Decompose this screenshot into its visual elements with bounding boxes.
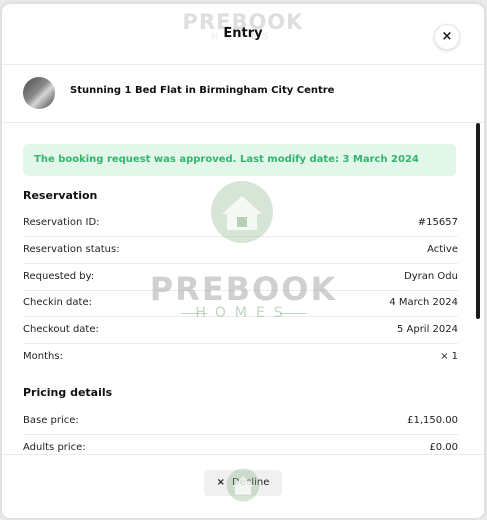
multiply-icon: × [440, 351, 449, 362]
modal-footer: × Decline [2, 454, 484, 518]
row-value: Dyran Odu [404, 271, 458, 282]
property-title: Stunning 1 Bed Flat in Birmingham City C… [70, 85, 335, 96]
reservation-heading: Reservation [23, 189, 98, 202]
watermark-rule-right [280, 313, 306, 314]
property-summary: Stunning 1 Bed Flat in Birmingham City C… [2, 64, 484, 123]
checkin-date-row: Checkin date: 4 March 2024 [23, 290, 458, 317]
reservation-status-row: Reservation status: Active [23, 237, 458, 264]
pricing-heading: Pricing details [23, 386, 113, 399]
decline-button[interactable]: × Decline [204, 470, 282, 496]
approval-alert: The booking request was approved. Last m… [23, 144, 456, 176]
row-value: £1,150.00 [407, 415, 458, 426]
property-thumbnail [23, 77, 55, 109]
close-icon: × [441, 29, 453, 44]
row-value: 5 April 2024 [396, 324, 458, 335]
row-value: #15657 [417, 217, 458, 228]
reservation-id-row: Reservation ID: #15657 [23, 210, 458, 237]
row-label: Reservation status: [23, 244, 120, 255]
row-value: × 1 [440, 344, 458, 370]
row-label: Reservation ID: [23, 217, 100, 228]
content-scrollbar[interactable] [476, 123, 480, 319]
modal-header: PREBOOK HOMES Entry × [2, 4, 484, 65]
entry-modal: PREBOOK HOMES Entry × Stunning 1 Bed Fla… [2, 4, 484, 518]
row-label: Months: [23, 351, 63, 362]
row-value: 4 March 2024 [389, 297, 458, 308]
requested-by-row: Requested by: Dyran Odu [23, 264, 458, 291]
decline-x-icon: × [216, 477, 225, 488]
checkout-date-row: Checkout date: 5 April 2024 [23, 317, 458, 344]
base-price-row: Base price: £1,150.00 [23, 408, 458, 435]
row-label: Checkin date: [23, 297, 92, 308]
row-label: Base price: [23, 415, 79, 426]
watermark-rule-left [181, 313, 207, 314]
row-value: Active [427, 244, 458, 255]
modal-content[interactable]: The booking request was approved. Last m… [2, 123, 484, 453]
months-count: 1 [451, 351, 458, 362]
months-row: Months: × 1 [23, 344, 458, 370]
row-label: Requested by: [23, 271, 95, 282]
decline-label: Decline [231, 477, 270, 488]
row-label: Checkout date: [23, 324, 99, 335]
modal-title: Entry [223, 26, 263, 41]
close-button[interactable]: × [434, 24, 460, 50]
